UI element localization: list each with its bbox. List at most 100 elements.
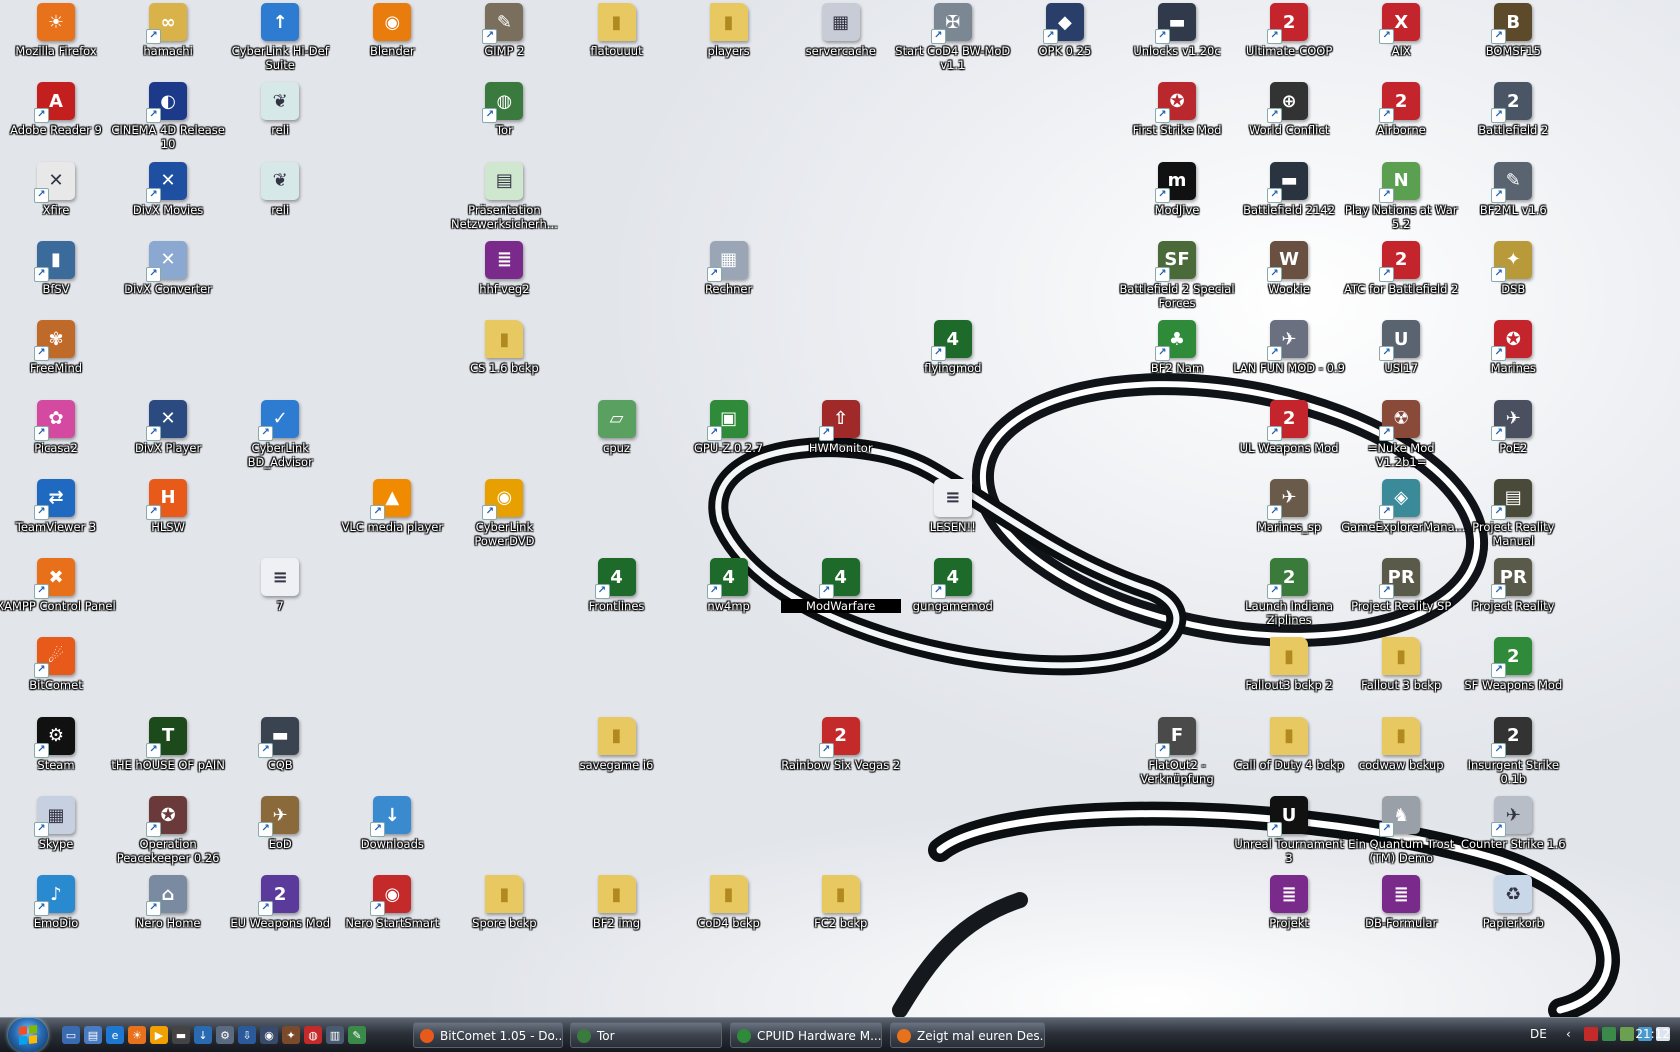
chevron-left-icon[interactable]: ‹ bbox=[1566, 1027, 1580, 1041]
paint-icon[interactable]: ✎ bbox=[348, 1026, 366, 1044]
desktop-icon[interactable]: ▮ Fallout 3 bckp bbox=[1341, 637, 1461, 722]
desktop-icon[interactable]: ↑ CyberLink Hi-Def Suite bbox=[220, 3, 340, 88]
desktop-icon[interactable]: ⇧ ↗ HWMonitor bbox=[781, 399, 901, 485]
desktop-icon[interactable]: ≣ hhf-veg2 bbox=[444, 240, 564, 326]
desktop-icon[interactable]: ✠ ↗ Start CoD4 BW-MoD v1.1 bbox=[893, 3, 1013, 88]
desktop-icon[interactable]: ≡ LESEN!! bbox=[893, 478, 1013, 564]
desktop-icon[interactable]: ◍ ↗ Tor bbox=[444, 82, 564, 167]
desktop-icon[interactable]: ▮ CoD4 bckp bbox=[669, 875, 789, 960]
desktop-icon[interactable]: ▮ FC2 bckp bbox=[781, 875, 901, 960]
desktop-icon[interactable]: 4 ↗ nw4mp bbox=[669, 558, 789, 643]
desktop-icon[interactable]: 4 ↗ ModWarfare bbox=[780, 558, 901, 643]
task-cpuid-hwmonitor[interactable]: CPUID Hardware M... bbox=[730, 1022, 882, 1048]
desktop-icon[interactable]: T ↗ tHE hOUSE OF pAIN bbox=[108, 716, 228, 802]
desktop-icon[interactable]: ♻ Papierkorb bbox=[1453, 875, 1573, 960]
desktop-icon[interactable]: ▦ servercache bbox=[781, 3, 901, 88]
desktop-icon[interactable]: ◐ ↗ CINEMA 4D Release 10 bbox=[108, 82, 228, 167]
desktop-icon[interactable]: ✈ ↗ Marines_sp bbox=[1229, 478, 1349, 564]
task-tor[interactable]: Tor bbox=[570, 1022, 722, 1048]
desktop-icon[interactable]: ◆ ↗ OPK 0.25 bbox=[1005, 3, 1125, 88]
desktop-icon[interactable]: X ↗ AIX bbox=[1341, 3, 1461, 88]
desktop-icon[interactable]: ≣ Projekt bbox=[1229, 875, 1349, 960]
desktop-icon[interactable]: ≡ 7 bbox=[220, 558, 340, 643]
desktop-icon[interactable]: ▲ ↗ VLC media player bbox=[332, 478, 452, 564]
desktop-icon[interactable]: ✕ ↗ DivX Converter bbox=[108, 240, 228, 326]
desktop-icon[interactable]: ☄ ↗ BitComet bbox=[0, 637, 116, 722]
desktop[interactable]: ☀ Mozilla Firefox ∞ ↗ hamachi ↑ CyberLink Hi-D… bbox=[0, 0, 1680, 1017]
desktop-icon[interactable]: A ↗ Adobe Reader 9 bbox=[0, 82, 116, 167]
disc-icon[interactable]: ◉ bbox=[260, 1026, 278, 1044]
desktop-icon[interactable]: PR ↗ Project Reality SP bbox=[1341, 558, 1461, 643]
desktop-icon[interactable]: ◈ ↗ GameExplorerMana... bbox=[1341, 478, 1466, 564]
desktop-icon[interactable]: ✪ ↗ First Strike Mod bbox=[1117, 82, 1237, 167]
internet-explorer-icon[interactable]: e bbox=[106, 1026, 124, 1044]
media-icon[interactable]: ▶ bbox=[150, 1026, 168, 1044]
desktop-icon[interactable]: ▬ ↗ Unlocks v1.20c bbox=[1117, 3, 1237, 88]
desktop-icon[interactable]: ✕ ↗ Xfire bbox=[0, 161, 116, 247]
clock[interactable]: 21:12 bbox=[1635, 1027, 1670, 1041]
desktop-icon[interactable]: ✈ ↗ EoD bbox=[220, 796, 340, 881]
desktop-icon[interactable]: ✪ ↗ Operation Peacekeeper 0.26 bbox=[108, 796, 228, 881]
desktop-icon[interactable]: PR ↗ Project Reality bbox=[1453, 558, 1573, 643]
desktop-icon[interactable]: 2 ↗ EU Weapons Mod bbox=[220, 875, 340, 960]
desktop-icon[interactable]: U ↗ USI17 bbox=[1341, 320, 1461, 405]
language-indicator[interactable]: DE bbox=[1530, 1027, 1547, 1041]
firefox-icon[interactable]: ☀ bbox=[128, 1026, 146, 1044]
desktop-icon[interactable]: ✕ ↗ DivX Player bbox=[108, 399, 228, 485]
hwmonitor-tray-icon[interactable] bbox=[1584, 1027, 1598, 1041]
desktop-icon[interactable]: 2 ↗ Airborne bbox=[1341, 82, 1461, 167]
show-desktop-icon[interactable]: ▭ bbox=[62, 1026, 80, 1044]
desktop-icon[interactable]: ▤ Präsentation Netzwerksicherh... bbox=[444, 161, 564, 247]
desktop-icon[interactable]: W ↗ Wookie bbox=[1229, 240, 1349, 326]
switch-windows-icon[interactable]: ▤ bbox=[84, 1026, 102, 1044]
desktop-icon[interactable]: ⇄ ↗ TeamViewer 3 bbox=[0, 478, 116, 564]
desktop-icon[interactable]: ♪ ↗ EmoDio bbox=[0, 875, 116, 960]
desktop-icon[interactable]: N ↗ Play Nations at War 5.2 bbox=[1341, 161, 1461, 247]
desktop-icon[interactable]: B ↗ BOMSF15 bbox=[1453, 3, 1573, 88]
desktop-icon[interactable]: ↓ ↗ Downloads bbox=[332, 796, 452, 881]
monitor-icon[interactable]: ▥ bbox=[326, 1026, 344, 1044]
desktop-icon[interactable]: ▮ CS 1.6 bckp bbox=[444, 320, 564, 405]
desktop-icon[interactable]: ✎ ↗ BF2ML v1.6 bbox=[1453, 161, 1573, 247]
desktop-icon[interactable]: ▮ ↗ BfSV bbox=[0, 240, 116, 326]
desktop-icon[interactable]: ▮ Call of Duty 4 bckp bbox=[1229, 716, 1349, 802]
desktop-icon[interactable]: ▬ ↗ Battlefield 2142 bbox=[1229, 161, 1349, 247]
task-firefox[interactable]: Zeigt mal euren Des... bbox=[890, 1022, 1045, 1048]
desktop-icon[interactable]: ✾ ↗ FreeMind bbox=[0, 320, 116, 405]
desktop-icon[interactable]: 2 ↗ Ultimate-COOP bbox=[1229, 3, 1349, 88]
desktop-icon[interactable]: F ↗ FlatOut2 - Verknüpfung bbox=[1117, 716, 1237, 802]
desktop-icon[interactable]: 2 ↗ SF Weapons Mod bbox=[1453, 637, 1573, 722]
desktop-icon[interactable]: ▱ cpuz bbox=[557, 399, 677, 485]
steam-tray-icon[interactable] bbox=[1602, 1027, 1616, 1041]
desktop-icon[interactable]: ▮ codwaw bckup bbox=[1341, 716, 1461, 802]
desktop-icon[interactable]: 4 ↗ flyingmod bbox=[893, 320, 1013, 405]
desktop-icon[interactable]: ▮ BF2 img bbox=[557, 875, 677, 960]
desktop-icon[interactable]: ❦ reli bbox=[220, 82, 340, 167]
desktop-icon[interactable]: H ↗ HLSW bbox=[108, 478, 228, 564]
desktop-icon[interactable]: ♞ ↗ Ein Quantum Trost (TM) Demo bbox=[1341, 796, 1461, 881]
desktop-icon[interactable]: 2 ↗ ATC for Battlefield 2 bbox=[1341, 240, 1461, 326]
desktop-icon[interactable]: ◉ ↗ CyberLink PowerDVD bbox=[444, 478, 564, 564]
desktop-icon[interactable]: ▦ ↗ Rechner bbox=[669, 240, 789, 326]
desktop-icon[interactable]: 2 ↗ Launch Indiana Ziplines bbox=[1229, 558, 1349, 643]
terminal-icon[interactable]: ▬ bbox=[172, 1026, 190, 1044]
desktop-icon[interactable]: ☀ Mozilla Firefox bbox=[0, 3, 116, 88]
desktop-icon[interactable]: ≣ DB-Formular bbox=[1341, 875, 1461, 960]
desktop-icon[interactable]: 2 ↗ UL Weapons Mod bbox=[1229, 399, 1349, 485]
desktop-icon[interactable]: ▮ savegame i6 bbox=[557, 716, 677, 802]
desktop-icon[interactable]: ▤ ↗ Project Reality Manual bbox=[1453, 478, 1573, 564]
desktop-icon[interactable]: 2 ↗ Battlefield 2 bbox=[1453, 82, 1573, 167]
desktop-icon[interactable]: ◉ Blender bbox=[332, 3, 452, 88]
desktop-icon[interactable]: ∞ ↗ hamachi bbox=[108, 3, 228, 88]
nero-icon[interactable]: ◍ bbox=[304, 1026, 322, 1044]
settings-icon[interactable]: ⚙ bbox=[216, 1026, 234, 1044]
download-icon[interactable]: ↓ bbox=[194, 1026, 212, 1044]
desktop-icon[interactable]: ✓ ↗ CyberLink BD_Advisor bbox=[220, 399, 340, 485]
desktop-icon[interactable]: ✖ ↗ XAMPP Control Panel bbox=[0, 558, 116, 643]
save-icon[interactable]: ⇩ bbox=[238, 1026, 256, 1044]
desktop-icon[interactable]: ✎ ↗ GIMP 2 bbox=[444, 3, 564, 88]
desktop-icon[interactable]: ♣ ↗ BF2 Nam bbox=[1117, 320, 1237, 405]
desktop-icon[interactable]: ✕ ↗ DivX Movies bbox=[108, 161, 228, 247]
game-icon[interactable]: ✦ bbox=[282, 1026, 300, 1044]
desktop-icon[interactable]: ☢ ↗ =Nuke Mod V1.2b1= bbox=[1341, 399, 1461, 485]
